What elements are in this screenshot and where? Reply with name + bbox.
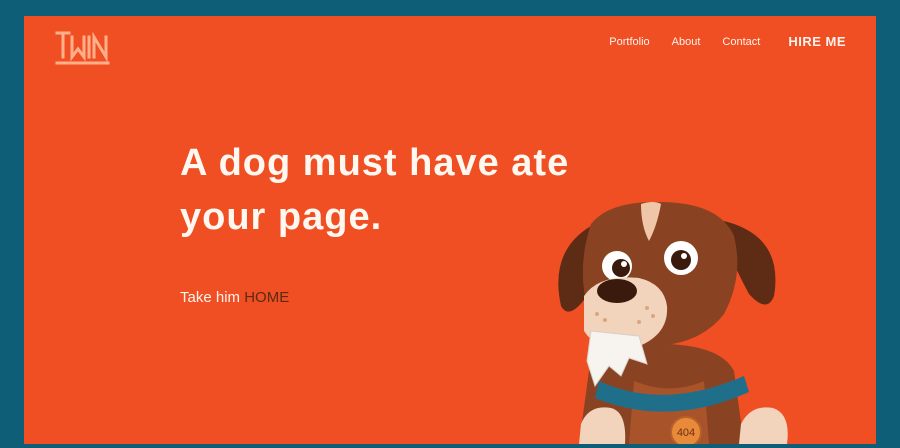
nav-about[interactable]: About bbox=[672, 36, 701, 48]
hire-me-button[interactable]: HIRE ME bbox=[788, 34, 846, 49]
twin-logo[interactable] bbox=[54, 27, 112, 69]
main-nav: Portfolio About Contact HIRE ME bbox=[609, 34, 846, 49]
headline-line-2: your page. bbox=[180, 196, 383, 238]
page-frame: Portfolio About Contact HIRE ME A dog mu… bbox=[24, 16, 876, 444]
home-cta: Take him HOME bbox=[180, 289, 289, 306]
collar-tag-text: 404 bbox=[677, 427, 695, 439]
dog-paw-right bbox=[739, 407, 788, 444]
dog-illustration: 404 bbox=[558, 201, 788, 444]
nav-contact[interactable]: Contact bbox=[722, 36, 760, 48]
headline-line-1: A dog must have ate bbox=[180, 142, 570, 184]
home-link[interactable]: HOME bbox=[244, 289, 289, 306]
dog-eye-left bbox=[612, 259, 630, 277]
dog-nose bbox=[597, 279, 637, 303]
nav-portfolio[interactable]: Portfolio bbox=[609, 36, 649, 48]
cta-prefix: Take him bbox=[180, 289, 241, 306]
dog-eye-right bbox=[671, 250, 691, 270]
